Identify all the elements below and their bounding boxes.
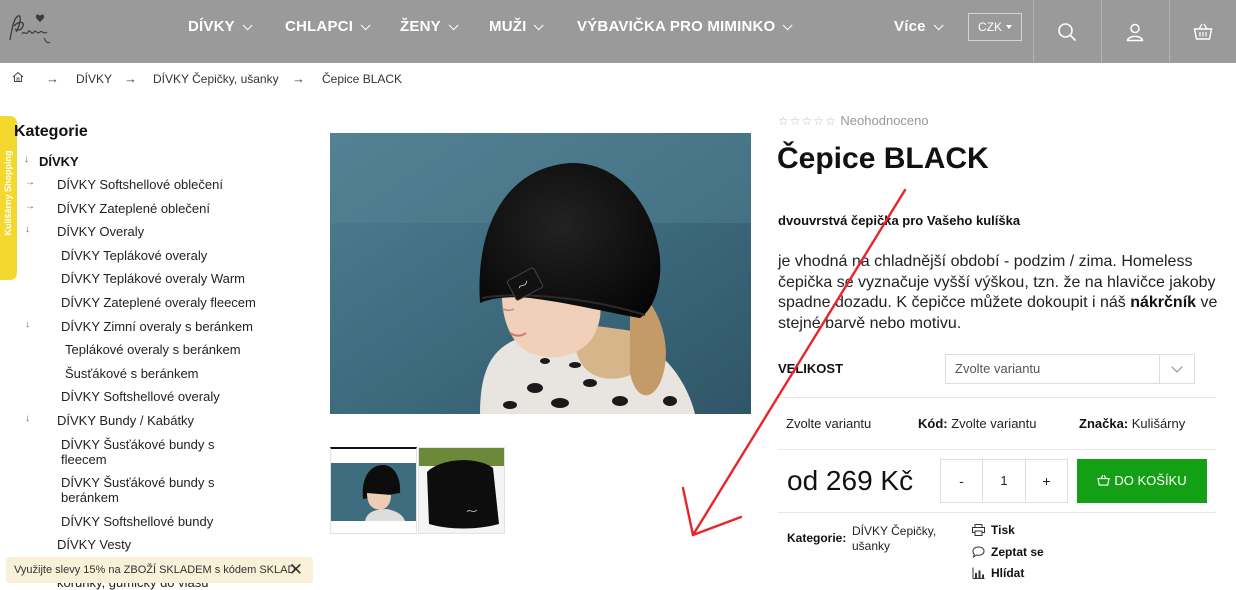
category-link[interactable]: DÍVKY Čepičky, ušanky (852, 524, 962, 554)
product-main-image[interactable] (330, 133, 751, 414)
sidebar-item-sustakove-beranek[interactable]: Šusťákové s beránkem (65, 366, 199, 381)
sidebar-item-softshell[interactable]: DÍVKY Softshellové oblečení (57, 177, 223, 192)
sidebar-item-softshell-bundy[interactable]: DÍVKY Softshellové bundy (61, 514, 213, 529)
sidebar-item-overaly[interactable]: DÍVKY Overaly (57, 224, 144, 239)
quantity-decrease-button[interactable]: - (941, 460, 983, 502)
shop-logo[interactable] (4, 8, 56, 50)
brand-link[interactable]: Kulišárny (1132, 416, 1185, 431)
breadcrumb-item-divky[interactable]: DÍVKY (76, 72, 112, 86)
breadcrumb-item-cepicky[interactable]: DÍVKY Čepičky, ušanky (153, 72, 279, 86)
nav-vybavicka[interactable]: VÝBAVIČKA PRO MIMINKO (577, 18, 793, 35)
watch-price-button[interactable]: Hlídat (972, 566, 1024, 580)
rating-stars-icon: ☆☆☆☆☆ (778, 114, 837, 128)
sidebar-item-teplakove-overaly[interactable]: DÍVKY Teplákové overaly (61, 248, 207, 263)
chevron-down-icon (1171, 361, 1183, 373)
product-description: je vhodná na chladnější období - podzim … (778, 253, 1218, 332)
add-to-cart-button[interactable]: DO KOŠÍKU (1077, 459, 1207, 503)
close-icon[interactable]: ✕ (289, 557, 303, 583)
chart-icon (972, 567, 985, 579)
product-title: Čepice BLACK (777, 142, 989, 175)
top-header: DÍVKY CHLAPCI ŽENY MUŽI VÝBAVIČKA PRO MI… (0, 0, 1236, 63)
product-code: Kód: Zvolte variantu (918, 416, 1037, 431)
sidebar-item-zateplene[interactable]: DÍVKY Zateplené oblečení (57, 201, 210, 216)
caret-down-icon (1006, 25, 1012, 29)
tree-expanded-icon[interactable]: ↓ (25, 224, 30, 235)
chevron-down-icon (360, 20, 371, 31)
variant-select-value: Zvolte variantu (955, 361, 1041, 376)
product-rating[interactable]: ☆☆☆☆☆ Neohodnoceno (778, 113, 929, 128)
promo-text: Využijte slevy 15% na ZBOŽÍ SKLADEM s kó… (14, 564, 296, 576)
product-price: od 269 Kč (787, 465, 914, 496)
breadcrumb-arrow-icon: → (46, 71, 59, 86)
divider (778, 397, 1216, 398)
quantity-stepper: - 1 + (940, 459, 1068, 503)
product-subtitle: dvouvrstvá čepička pro Vašeho kulíška (778, 213, 1021, 228)
sidebar-item-softshell-overaly[interactable]: DÍVKY Softshellové overaly (61, 389, 220, 404)
sidebar-item-bundy-beranek[interactable]: DÍVKY Šusťákové bundy s beránkem (61, 475, 231, 505)
print-button[interactable]: Tisk (972, 523, 1015, 537)
cart-button[interactable] (1169, 0, 1236, 63)
breadcrumb-arrow-icon: → (292, 71, 305, 86)
account-button[interactable] (1101, 0, 1168, 63)
breadcrumb-arrow-icon: → (124, 71, 137, 86)
sidebar-item-teplakove-beranek[interactable]: Teplákové overaly s beránkem (65, 342, 241, 357)
quantity-input[interactable]: 1 (983, 460, 1025, 502)
side-tab-label: Kulišárny Shopping (3, 150, 13, 236)
quantity-increase-button[interactable]: + (1025, 460, 1067, 502)
chevron-down-icon (242, 20, 253, 31)
chevron-down-icon (783, 20, 793, 31)
tree-collapsed-icon[interactable]: → (25, 201, 35, 212)
chevron-down-icon (933, 20, 944, 31)
product-brand: Značka: Kulišárny (1079, 416, 1186, 431)
user-icon (1126, 23, 1144, 41)
chevron-down-icon (534, 20, 545, 31)
product-thumbnail-1[interactable] (330, 447, 417, 534)
breadcrumb: → DÍVKY → DÍVKY Čepičky, ušanky → Čepice… (0, 71, 600, 88)
nav-muzi[interactable]: MUŽI (489, 18, 545, 35)
promo-notice: Využijte slevy 15% na ZBOŽÍ SKLADEM s kó… (6, 557, 313, 583)
sidebar-item-bundy[interactable]: DÍVKY Bundy / Kabátky (57, 413, 194, 428)
cart-icon (1193, 23, 1213, 40)
currency-select[interactable]: CZK (968, 13, 1022, 41)
tree-expanded-icon[interactable]: ↓ (25, 319, 30, 330)
category-label: Kategorie: (787, 531, 847, 545)
nakrcnik-link[interactable]: nákrčník (1130, 294, 1196, 311)
sidebar-item-zateplene-fleece[interactable]: DÍVKY Zateplené overaly fleecem (61, 295, 256, 310)
rating-text: Neohodnoceno (840, 113, 929, 128)
nav-more[interactable]: Více (894, 18, 944, 35)
divider (778, 512, 1216, 513)
ask-question-button[interactable]: Zeptat se (972, 545, 1044, 559)
divider (778, 449, 1216, 450)
sidebar-item-teplakove-warm[interactable]: DÍVKY Teplákové overaly Warm (61, 271, 245, 286)
sidebar-title: Kategorie (14, 123, 88, 140)
breadcrumb-current: Čepice BLACK (322, 72, 403, 86)
product-thumbnail-2[interactable] (418, 447, 505, 534)
search-icon (1058, 22, 1077, 41)
home-icon[interactable] (12, 71, 24, 86)
nav-chlapci[interactable]: CHLAPCI (285, 18, 371, 35)
availability-status: Zvolte variantu (786, 416, 872, 431)
cart-icon (1097, 475, 1111, 486)
tree-expanded-icon[interactable]: ↓ (24, 154, 29, 165)
nav-divky[interactable]: DÍVKY (188, 18, 253, 35)
sidebar-item-vesty[interactable]: DÍVKY Vesty (57, 537, 131, 552)
search-button[interactable] (1033, 0, 1100, 63)
tree-expanded-icon[interactable]: ↓ (25, 413, 30, 424)
nav-zeny[interactable]: ŽENY (400, 18, 459, 35)
variant-select[interactable]: Zvolte variantu (945, 354, 1195, 384)
tree-collapsed-icon[interactable]: → (25, 177, 35, 188)
print-icon (972, 524, 985, 536)
chat-icon (972, 546, 985, 559)
sidebar-item-bundy-fleece[interactable]: DÍVKY Šusťákové bundy s fleecem (61, 437, 231, 467)
sidebar-item-zimni-beranek[interactable]: DÍVKY Zimní overaly s beránkem (61, 319, 253, 334)
sidebar-item-divky[interactable]: DÍVKY (39, 154, 79, 169)
chevron-down-icon (448, 20, 459, 31)
variant-label: VELIKOST (778, 361, 844, 376)
